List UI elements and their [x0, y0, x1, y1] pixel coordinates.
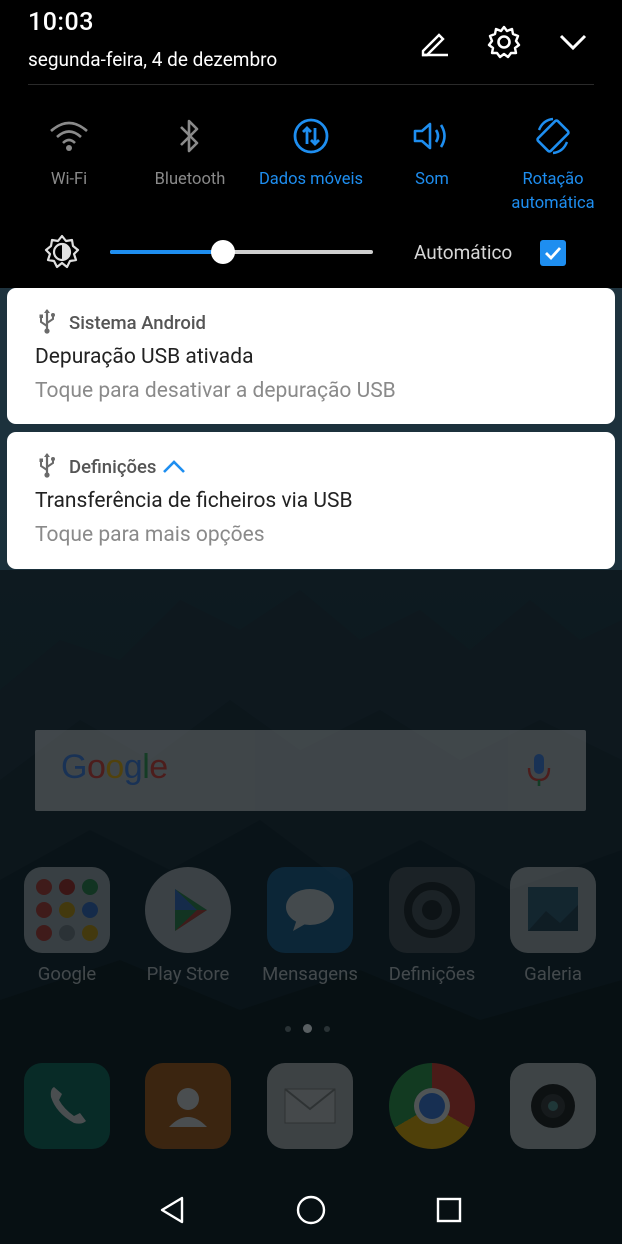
notification-usb-debugging[interactable]: Sistema Android Depuração USB ativada To… [7, 288, 615, 424]
mic-icon[interactable] [526, 752, 552, 792]
notification-subtitle: Toque para desativar a depuração USB [35, 379, 396, 403]
app-label: Definições [388, 963, 476, 985]
bluetooth-icon [131, 110, 249, 162]
notification-title: Depuração USB ativada [35, 345, 254, 369]
tile-wifi-label: Wi-Fi [50, 170, 88, 189]
back-icon[interactable] [142, 1180, 202, 1240]
messages-icon [267, 867, 353, 953]
page-dot [285, 1025, 291, 1032]
usb-icon [37, 308, 57, 338]
chrome-icon [389, 1063, 475, 1149]
tile-sound-label: Som [415, 170, 449, 189]
tile-bluetooth[interactable]: Bluetooth [131, 110, 249, 192]
tile-bluetooth-label: Bluetooth [154, 170, 226, 189]
clock: 10:03 [28, 8, 94, 37]
header-divider [28, 84, 594, 85]
auto-rotate-icon [494, 110, 612, 162]
tile-auto-rotate[interactable]: Rotação automática [494, 110, 612, 216]
home-icon[interactable] [281, 1180, 341, 1240]
notification-usb-file-transfer[interactable]: Definições Transferência de ficheiros vi… [7, 432, 615, 569]
notification-app-name: Sistema Android [69, 312, 206, 334]
mobile-data-icon [252, 110, 370, 162]
app-label: Galeria [524, 963, 582, 985]
google-logo: Google [61, 748, 168, 786]
google-search-bar[interactable]: Google [35, 730, 586, 811]
contacts-icon [145, 1063, 231, 1149]
app-settings[interactable]: Definições [377, 867, 487, 985]
tile-auto-rotate-label: Rotação automática [511, 170, 595, 213]
camera-icon [510, 1063, 596, 1149]
notification-subtitle: Toque para mais opções [35, 523, 265, 547]
settings-app-icon [389, 867, 475, 953]
notification-app-name: Definições [69, 456, 157, 478]
volume-icon [373, 110, 491, 162]
app-label: Mensagens [262, 963, 358, 985]
google-folder-icon [24, 867, 110, 953]
page-indicator [285, 1024, 330, 1033]
page-dot-active [303, 1024, 312, 1033]
chevron-down-icon[interactable] [553, 22, 593, 62]
dock-camera[interactable] [498, 1063, 608, 1149]
tile-wifi[interactable]: Wi-Fi [10, 110, 128, 192]
notification-title: Transferência de ficheiros via USB [35, 489, 353, 513]
email-icon [267, 1063, 353, 1149]
brightness-slider-fill [110, 250, 224, 254]
app-google-folder[interactable]: Google [12, 867, 122, 985]
tile-sound[interactable]: Som [373, 110, 491, 192]
tile-mobile-data[interactable]: Dados móveis [252, 110, 370, 192]
checkmark-icon [545, 247, 562, 261]
play-store-icon [145, 867, 231, 953]
edit-icon[interactable] [414, 22, 454, 62]
app-play-store[interactable]: Play Store [133, 867, 243, 985]
dock-phone[interactable] [12, 1063, 122, 1149]
auto-brightness-label: Automático [414, 241, 513, 264]
brightness-icon [44, 234, 80, 270]
navigation-bar [0, 1170, 622, 1244]
dock-contacts[interactable] [133, 1063, 243, 1149]
chevron-up-icon[interactable] [162, 458, 186, 476]
app-gallery[interactable]: Galeria [498, 867, 608, 985]
app-messages[interactable]: Mensagens [255, 867, 365, 985]
recents-icon[interactable] [419, 1180, 479, 1240]
dock-chrome[interactable] [377, 1063, 487, 1149]
page-dot [324, 1025, 330, 1032]
gallery-icon [510, 867, 596, 953]
auto-brightness-checkbox[interactable] [540, 240, 566, 266]
tile-mobile-data-label: Dados móveis [258, 170, 364, 189]
usb-icon [37, 452, 57, 482]
phone-icon [24, 1063, 110, 1149]
brightness-slider[interactable] [110, 240, 373, 264]
date-label: segunda-feira, 4 de dezembro [28, 48, 278, 71]
wifi-icon [10, 110, 128, 162]
brightness-slider-thumb[interactable] [211, 240, 236, 264]
app-label: Play Store [146, 963, 230, 985]
app-label: Google [37, 963, 97, 985]
notification-shade-header: 10:03 segunda-feira, 4 de dezembro Wi-Fi… [0, 0, 622, 288]
settings-gear-icon[interactable] [484, 22, 524, 62]
dock-email[interactable] [255, 1063, 365, 1149]
